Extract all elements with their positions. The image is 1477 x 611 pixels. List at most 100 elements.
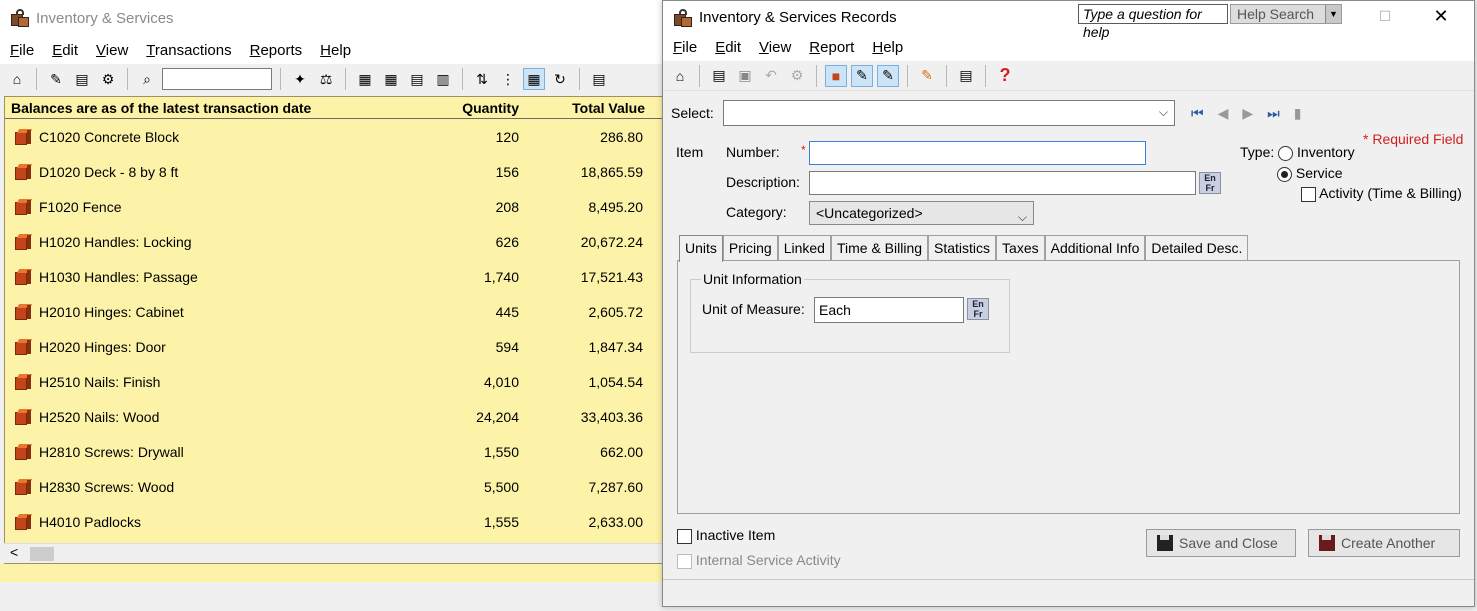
help-search-dropdown-icon[interactable]: ▼: [1325, 5, 1341, 23]
tab-time-billing[interactable]: Time & Billing: [830, 235, 929, 261]
toolbar-separator: [946, 64, 947, 87]
tab-taxes[interactable]: Taxes: [996, 235, 1045, 261]
scroll-left-icon[interactable]: <: [10, 544, 18, 560]
back-menu-help[interactable]: Help: [320, 42, 351, 59]
help-question-icon[interactable]: ?: [994, 65, 1016, 87]
open-record-icon[interactable]: ▤: [708, 65, 730, 87]
table-row[interactable]: H2510 Nails: Finish 4,010 1,054.54: [5, 364, 663, 399]
lookup-record-icon[interactable]: ▮: [1294, 105, 1302, 122]
back-menu-edit[interactable]: Edit: [52, 42, 78, 59]
tab-statistics[interactable]: Statistics: [928, 235, 997, 261]
previous-record-icon[interactable]: ◀: [1218, 105, 1229, 122]
report-icon[interactable]: ▤: [955, 65, 977, 87]
build-icon[interactable]: ✦: [289, 68, 311, 90]
header-description[interactable]: Balances are as of the latest transactio…: [5, 100, 435, 116]
unit-language-toggle-button[interactable]: En Fr: [967, 298, 989, 320]
save-and-close-button[interactable]: Save and Close: [1146, 529, 1296, 557]
table-row[interactable]: H1030 Handles: Passage 1,740 17,521.43: [5, 259, 663, 294]
search-input[interactable]: [162, 68, 272, 90]
header-quantity[interactable]: Quantity: [435, 100, 519, 116]
open-record-icon[interactable]: ▤: [71, 68, 93, 90]
item-rows: C1020 Concrete Block 120 286.80 D1020 Deck …: [5, 119, 663, 539]
table-row[interactable]: F1020 Fence 208 8,495.20: [5, 189, 663, 224]
table-row[interactable]: H2010 Hinges: Cabinet 445 2,605.72: [5, 294, 663, 329]
tab-linked[interactable]: Linked: [777, 235, 831, 261]
edit-pencil-icon[interactable]: ✎: [916, 65, 938, 87]
tab-units[interactable]: Units: [679, 235, 723, 262]
scroll-thumb[interactable]: [30, 547, 54, 561]
table-row[interactable]: H2830 Screws: Wood 5,500 7,287.60: [5, 469, 663, 504]
inactive-item-checkbox[interactable]: [677, 528, 692, 544]
back-titlebar[interactable]: Inventory & Services: [0, 0, 664, 36]
inactive-item-option: Inactive Item: [677, 527, 775, 544]
back-menu-file[interactable]: File: [10, 42, 34, 59]
detail-view-icon[interactable]: ▥: [432, 68, 454, 90]
type-service-radio[interactable]: [1277, 166, 1292, 182]
table-row[interactable]: H2020 Hinges: Door 594 1,847.34: [5, 329, 663, 364]
table-row[interactable]: H1020 Handles: Locking 626 20,672.24: [5, 224, 663, 259]
back-menu-transactions[interactable]: Transactions: [146, 42, 231, 59]
edit-pencil-icon[interactable]: ✎: [45, 68, 67, 90]
tab-detailed-desc[interactable]: Detailed Desc.: [1145, 235, 1249, 261]
list-view-icon[interactable]: ▤: [406, 68, 428, 90]
create-another-button[interactable]: Create Another: [1308, 529, 1460, 557]
description-input[interactable]: [809, 171, 1196, 195]
home-icon[interactable]: ⌂: [669, 65, 691, 87]
type-inventory-label[interactable]: Inventory: [1297, 144, 1355, 160]
front-menu-view[interactable]: View: [759, 39, 791, 56]
first-record-icon[interactable]: ⏮: [1191, 105, 1204, 122]
help-question-input[interactable]: Type a question for help: [1078, 4, 1228, 40]
language-toggle-button[interactable]: En Fr: [1199, 172, 1221, 194]
tree-view-icon[interactable]: ⋮: [497, 68, 519, 90]
adjust-icon[interactable]: ⚖: [315, 68, 337, 90]
number-input[interactable]: [809, 141, 1146, 165]
front-menu-file[interactable]: File: [673, 39, 697, 56]
table-row[interactable]: D1020 Deck - 8 by 8 ft 156 18,865.59: [5, 154, 663, 189]
unit-of-measure-input[interactable]: Each: [814, 297, 964, 323]
close-icon[interactable]: ✕: [1429, 5, 1453, 27]
report-icon[interactable]: ▤: [588, 68, 610, 90]
sort-az-icon[interactable]: ⇅: [471, 68, 493, 90]
type-service-label[interactable]: Service: [1296, 165, 1343, 181]
select-record-combo[interactable]: ⌵: [723, 100, 1175, 126]
back-menu-view[interactable]: View: [96, 42, 128, 59]
front-menu-edit[interactable]: Edit: [715, 39, 741, 56]
table-row[interactable]: H2520 Nails: Wood 24,204 33,403.36: [5, 399, 663, 434]
tab-additional-info[interactable]: Additional Info: [1044, 235, 1146, 261]
front-menu-report[interactable]: Report: [809, 39, 854, 56]
remove-icon[interactable]: ⚙: [786, 65, 808, 87]
front-titlebar[interactable]: Inventory & Services Records: [663, 1, 1474, 34]
build-icon[interactable]: ✎: [851, 64, 873, 87]
units-tab-panel: Unit Information Unit of Measure: Each E…: [677, 260, 1460, 514]
category-dropdown[interactable]: <Uncategorized> ⌵: [809, 201, 1034, 225]
help-search-button[interactable]: Help Search ▼: [1230, 4, 1342, 24]
maximize-icon[interactable]: ☐: [1373, 5, 1397, 27]
header-total-value[interactable]: Total Value: [519, 100, 645, 116]
icon-view-large-icon[interactable]: ▦: [380, 68, 402, 90]
item-icon[interactable]: ■: [825, 64, 847, 87]
next-record-icon[interactable]: ▶: [1242, 105, 1253, 122]
grid-view-icon[interactable]: ▦: [523, 68, 545, 90]
required-star: *: [801, 143, 806, 157]
save-icon[interactable]: ▣: [734, 65, 756, 87]
search-icon[interactable]: ⌕: [136, 68, 158, 90]
activity-icon[interactable]: ✎: [877, 64, 899, 87]
refresh-icon[interactable]: ↻: [549, 68, 571, 90]
table-row[interactable]: C1020 Concrete Block 120 286.80: [5, 119, 663, 154]
horizontal-scrollbar[interactable]: <: [4, 543, 664, 563]
internal-service-checkbox[interactable]: [677, 553, 692, 569]
home-icon[interactable]: ⌂: [6, 68, 28, 90]
back-menu-reports[interactable]: Reports: [250, 42, 303, 59]
activity-label[interactable]: Activity (Time & Billing): [1319, 185, 1462, 201]
icon-view-small-icon[interactable]: ▦: [354, 68, 376, 90]
front-menu-help[interactable]: Help: [872, 39, 903, 56]
activity-checkbox[interactable]: [1301, 186, 1316, 202]
last-record-icon[interactable]: ⏭: [1267, 105, 1280, 122]
table-row[interactable]: H4010 Padlocks 1,555 2,633.00: [5, 504, 663, 539]
remove-icon[interactable]: ⚙: [97, 68, 119, 90]
tab-pricing[interactable]: Pricing: [722, 235, 778, 261]
type-inventory-radio[interactable]: [1278, 145, 1294, 161]
table-row[interactable]: H2810 Screws: Drywall 1,550 662.00: [5, 434, 663, 469]
inactive-item-label[interactable]: Inactive Item: [696, 527, 775, 543]
undo-icon[interactable]: ↶: [760, 65, 782, 87]
